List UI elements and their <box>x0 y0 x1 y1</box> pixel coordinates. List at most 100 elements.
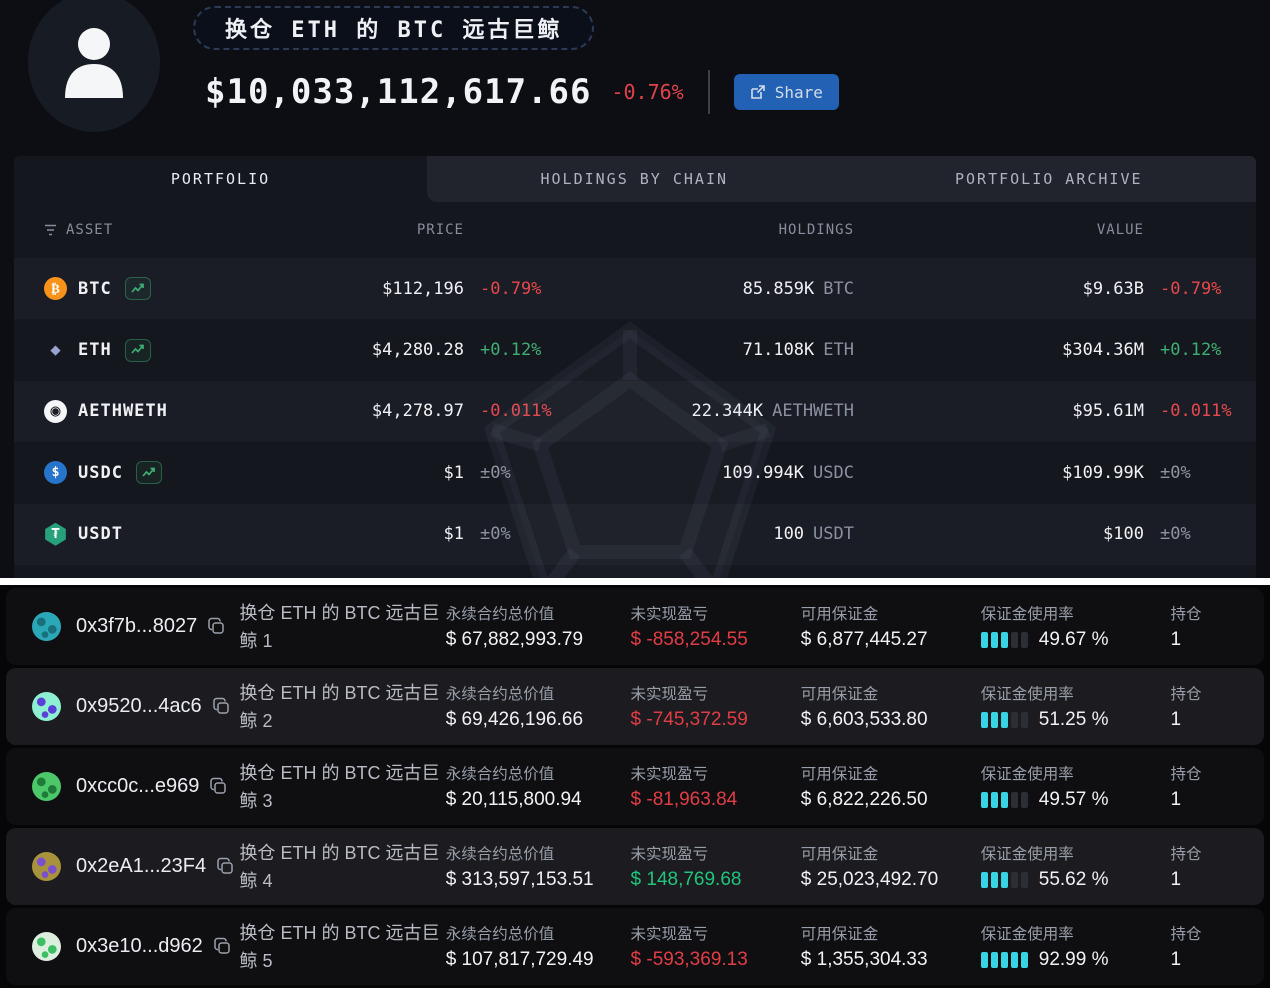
chart-button[interactable] <box>125 277 151 300</box>
wallet-address[interactable]: 0x3e10...d962 <box>76 935 203 958</box>
asset-value: $95.61M <box>854 401 1144 421</box>
account-row[interactable]: 0x2eA1...23F4 换仓 ETH 的 BTC 远古巨鲸 4 永续合约总价… <box>6 828 1264 905</box>
perp-total-label: 永续合约总价值 <box>446 602 631 624</box>
trend-up-icon <box>131 344 145 356</box>
usdt-coin-icon: ₮ <box>44 523 67 546</box>
eth-coin-icon: ◆ <box>44 339 67 362</box>
portfolio-panel: PORTFOLIO HOLDINGS BY CHAIN PORTFOLIO AR… <box>14 156 1256 578</box>
asset-table-row[interactable]: ₿ BTC $112,196 -0.79% 85.859KBTC $9.63B … <box>14 258 1256 319</box>
account-row[interactable]: 0x9520...4ac6 换仓 ETH 的 BTC 远古巨鲸 2 永续合约总价… <box>6 668 1264 745</box>
aethweth-coin-icon: ◉ <box>44 400 67 423</box>
positions-label: 持仓 <box>1170 922 1224 944</box>
available-margin-value: $ 25,023,492.70 <box>801 869 981 891</box>
asset-table-body: ₿ BTC $112,196 -0.79% 85.859KBTC $9.63B … <box>14 258 1256 565</box>
holdings-symbol: USDT <box>813 524 854 544</box>
wallet-address[interactable]: 0xcc0c...e969 <box>76 775 199 798</box>
asset-value-change: -0.79% <box>1144 279 1256 299</box>
tab-bar: PORTFOLIO HOLDINGS BY CHAIN PORTFOLIO AR… <box>14 156 1256 202</box>
wallet-avatar <box>32 772 61 801</box>
column-header-price[interactable]: PRICE <box>264 222 464 238</box>
asset-symbol: AETHWETH <box>78 401 168 421</box>
asset-price-change: ±0% <box>464 463 559 483</box>
margin-usage-meter <box>981 632 1028 648</box>
positions-label: 持仓 <box>1170 682 1224 704</box>
margin-usage-label: 保证金使用率 <box>981 922 1171 944</box>
divider <box>708 70 710 114</box>
share-button[interactable]: Share <box>734 74 839 110</box>
unrealized-pnl-value: $ -81,963.84 <box>631 789 801 811</box>
margin-usage-percent: 55.62 % <box>1039 869 1109 891</box>
available-margin-label: 可用保证金 <box>801 602 981 624</box>
perp-total-label: 永续合约总价值 <box>446 842 631 864</box>
wallet-address[interactable]: 0x2eA1...23F4 <box>76 855 206 878</box>
asset-price-change: +0.12% <box>464 340 559 360</box>
column-header-value[interactable]: VALUE <box>854 222 1144 238</box>
margin-usage-label: 保证金使用率 <box>981 762 1171 784</box>
asset-value-change: +0.12% <box>1144 340 1256 360</box>
header: 换仓 ETH 的 BTC 远古巨鲸 $10,033,112,617.66 -0.… <box>0 0 1270 150</box>
copy-icon[interactable] <box>213 937 232 956</box>
share-button-label: Share <box>775 83 823 102</box>
column-header-asset[interactable]: ASSET <box>66 222 113 238</box>
asset-table-row[interactable]: ◆ ETH $4,280.28 +0.12% 71.108KETH $304.3… <box>14 319 1256 380</box>
asset-symbol: USDT <box>78 524 123 544</box>
copy-icon[interactable] <box>216 857 235 876</box>
avatar <box>28 0 160 132</box>
unrealized-pnl-label: 未实现盈亏 <box>631 762 801 784</box>
margin-usage-percent: 49.67 % <box>1039 629 1109 651</box>
margin-usage-percent: 49.57 % <box>1039 789 1109 811</box>
asset-value-change: -0.011% <box>1144 401 1256 421</box>
wallet-address[interactable]: 0x3f7b...8027 <box>76 615 197 638</box>
asset-price-change: ±0% <box>464 524 559 544</box>
wallet-avatar <box>32 612 61 641</box>
positions-label: 持仓 <box>1170 602 1224 624</box>
asset-value-change: ±0% <box>1144 524 1256 544</box>
filter-icon[interactable] <box>44 224 57 236</box>
asset-value-change: ±0% <box>1144 463 1256 483</box>
account-row[interactable]: 0x3f7b...8027 换仓 ETH 的 BTC 远古巨鲸 1 永续合约总价… <box>6 588 1264 665</box>
tab-portfolio-archive[interactable]: PORTFOLIO ARCHIVE <box>842 156 1257 202</box>
copy-icon[interactable] <box>207 617 226 636</box>
asset-price: $1 <box>264 463 464 483</box>
holdings-amount: 109.994K <box>722 463 804 483</box>
asset-price: $112,196 <box>264 279 464 299</box>
trend-up-icon <box>142 467 156 479</box>
account-name: 换仓 ETH 的 BTC 远古巨鲸 1 <box>239 599 445 655</box>
margin-usage-meter <box>981 712 1028 728</box>
unrealized-pnl-value: $ -858,254.55 <box>631 629 801 651</box>
perp-total-value: $ 69,426,196.66 <box>446 709 631 731</box>
perp-total-label: 永续合约总价值 <box>446 682 631 704</box>
asset-symbol: USDC <box>78 463 123 483</box>
account-row[interactable]: 0xcc0c...e969 换仓 ETH 的 BTC 远古巨鲸 3 永续合约总价… <box>6 748 1264 825</box>
perp-total-value: $ 20,115,800.94 <box>446 789 631 811</box>
available-margin-label: 可用保证金 <box>801 682 981 704</box>
column-header-holdings[interactable]: HOLDINGS <box>559 222 854 238</box>
asset-symbol: BTC <box>78 279 112 299</box>
unrealized-pnl-label: 未实现盈亏 <box>631 602 801 624</box>
asset-price: $4,280.28 <box>264 340 464 360</box>
account-name: 换仓 ETH 的 BTC 远古巨鲸 2 <box>239 679 445 735</box>
tab-portfolio[interactable]: PORTFOLIO <box>14 156 427 202</box>
holdings-amount: 71.108K <box>743 340 815 360</box>
wallet-address[interactable]: 0x9520...4ac6 <box>76 695 202 718</box>
unrealized-pnl-label: 未实现盈亏 <box>631 682 801 704</box>
asset-price-change: -0.79% <box>464 279 559 299</box>
unrealized-pnl-value: $ 148,769.68 <box>631 869 801 891</box>
inactive-tabs-strip: HOLDINGS BY CHAIN PORTFOLIO ARCHIVE <box>427 156 1256 202</box>
copy-icon[interactable] <box>209 777 228 796</box>
account-row[interactable]: 0x3e10...d962 换仓 ETH 的 BTC 远古巨鲸 5 永续合约总价… <box>6 908 1264 985</box>
asset-price: $4,278.97 <box>264 401 464 421</box>
asset-table-row[interactable]: ◉ AETHWETH $4,278.97 -0.011% 22.344KAETH… <box>14 381 1256 442</box>
margin-usage-label: 保证金使用率 <box>981 682 1171 704</box>
section-divider <box>0 578 1270 585</box>
chart-button[interactable] <box>125 339 151 362</box>
available-margin-value: $ 6,877,445.27 <box>801 629 981 651</box>
tab-holdings-by-chain[interactable]: HOLDINGS BY CHAIN <box>427 156 842 202</box>
available-margin-label: 可用保证金 <box>801 922 981 944</box>
asset-table-row[interactable]: $ USDC $1 ±0% 109.994KUSDC $109.99K ±0% <box>14 442 1256 503</box>
margin-usage-percent: 92.99 % <box>1039 949 1109 971</box>
holdings-symbol: ETH <box>823 340 854 360</box>
copy-icon[interactable] <box>212 697 231 716</box>
asset-table-row[interactable]: ₮ USDT $1 ±0% 100USDT $100 ±0% <box>14 504 1256 565</box>
chart-button[interactable] <box>136 461 162 484</box>
